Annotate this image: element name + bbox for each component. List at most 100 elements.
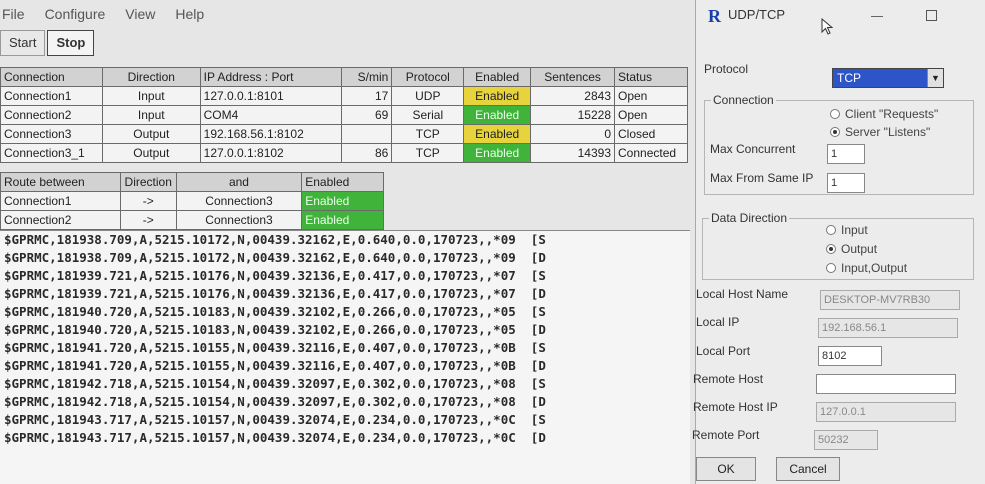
direction-output-radio[interactable]: Output [826,242,877,256]
remote-port-field[interactable]: 50232 [814,430,878,450]
column-header[interactable]: Sentences [530,67,615,87]
cell-status: Connected [614,143,688,163]
log-line: $GPRMC,181942.718,A,5215.10154,N,00439.3… [4,376,546,391]
remote-host-ip-field[interactable]: 127.0.0.1 [816,402,956,422]
remote-host-field[interactable] [816,374,956,394]
cell-route-from: Connection1 [0,191,121,211]
cell-sentences: 2843 [530,86,615,106]
maximize-icon[interactable] [926,10,937,21]
routes-table: Route between Direction and Enabled Conn… [0,172,384,230]
menu-view[interactable]: View [125,6,155,22]
column-header[interactable]: Direction [101,67,201,87]
menu-configure[interactable]: Configure [45,6,106,22]
cell-connection: Connection1 [0,86,103,106]
radio-unchecked-icon [826,263,836,273]
protocol-value: TCP [837,71,861,85]
column-header[interactable]: S/min [341,67,393,87]
minimize-icon[interactable] [871,16,883,17]
table-row[interactable]: Connection3 Output 192.168.56.1:8102 TCP… [0,124,688,144]
local-ip-label: Local IP [696,315,740,329]
column-header[interactable]: Enabled [463,67,532,87]
column-header[interactable]: Connection [0,67,103,87]
local-host-name-field[interactable]: DESKTOP-MV7RB30 [820,290,960,310]
log-line: $GPRMC,181942.718,A,5215.10154,N,00439.3… [4,394,546,409]
radio-checked-icon [830,127,840,137]
cell-enabled[interactable]: Enabled [463,124,532,144]
toolbar: Start Stop [0,30,700,58]
cell-protocol: Serial [391,105,465,125]
protocol-select[interactable]: TCP ▼ [832,68,944,88]
ok-button[interactable]: OK [696,457,756,481]
cell-enabled[interactable]: Enabled [463,105,532,125]
start-button[interactable]: Start [0,30,46,56]
cell-enabled[interactable]: Enabled [463,143,532,163]
max-from-same-ip-field[interactable]: 1 [827,173,865,193]
connections-table: Connection Direction IP Address : Port S… [0,67,688,163]
cell-status: Open [614,105,688,125]
cell-route-to: Connection3 [175,191,303,211]
remote-host-ip-label: Remote Host IP [693,400,778,414]
log-line: $GPRMC,181939.721,A,5215.10176,N,00439.3… [4,286,546,301]
cell-route-enabled[interactable]: Enabled [301,210,384,230]
chevron-down-icon[interactable]: ▼ [927,69,943,87]
cell-route-from: Connection2 [0,210,121,230]
local-port-field[interactable]: 8102 [818,346,882,366]
client-requests-radio[interactable]: Client "Requests" [830,107,938,121]
cell-enabled[interactable]: Enabled [463,86,532,106]
cell-address: 192.168.56.1:8102 [199,124,343,144]
cell-status: Open [614,86,688,106]
cell-connection: Connection3 [0,124,103,144]
table-row[interactable]: Connection2 Input COM4 69 Serial Enabled… [0,105,688,125]
remote-host-label: Remote Host [693,372,764,386]
column-header[interactable]: and [175,172,303,192]
cell-address: COM4 [199,105,343,125]
column-header[interactable]: Status [614,67,688,87]
cell-route-enabled[interactable]: Enabled [301,191,384,211]
data-direction-group-title: Data Direction [709,211,790,225]
local-ip-field[interactable]: 192.168.56.1 [818,318,958,338]
column-header[interactable]: Protocol [391,67,465,87]
table-row[interactable]: Connection3_1 Output 127.0.0.1:8102 86 T… [0,143,688,163]
client-requests-label: Client "Requests" [845,107,939,121]
table-row[interactable]: Connection1 Input 127.0.0.1:8101 17 UDP … [0,86,688,106]
column-header[interactable]: Enabled [301,172,384,192]
cell-smin: 17 [341,86,393,106]
cell-sentences: 15228 [530,105,615,125]
cell-route-direction: -> [119,210,177,230]
cell-smin: 86 [341,143,393,163]
cell-address: 127.0.0.1:8102 [199,143,343,163]
direction-input-radio[interactable]: Input [826,223,868,237]
menu-file[interactable]: File [2,6,25,22]
stop-button[interactable]: Stop [47,30,95,56]
udp-tcp-dialog: R UDP/TCP Protocol TCP ▼ Connection Clie… [692,0,985,484]
column-header[interactable]: IP Address : Port [199,67,343,87]
cancel-button[interactable]: Cancel [776,457,840,481]
dialog-titlebar[interactable]: R UDP/TCP [696,0,985,35]
log-line: $GPRMC,181941.720,A,5215.10155,N,00439.3… [4,358,546,373]
routes-header-row: Route between Direction and Enabled [0,172,384,192]
direction-input-output-radio[interactable]: Input,Output [826,261,907,275]
table-row[interactable]: Connection1 -> Connection3 Enabled [0,191,384,211]
sentence-log[interactable]: $GPRMC,181938.709,A,5215.10172,N,00439.3… [0,230,690,484]
column-header[interactable]: Route between [0,172,121,192]
cell-route-direction: -> [119,191,177,211]
cell-smin [341,124,393,144]
cell-direction: Input [101,105,201,125]
max-from-same-ip-label: Max From Same IP [710,171,814,185]
connection-group-title: Connection [711,93,776,107]
server-listens-radio[interactable]: Server "Listens" [830,125,930,139]
cell-sentences: 0 [530,124,615,144]
max-concurrent-field[interactable]: 1 [827,144,865,164]
menu-help[interactable]: Help [175,6,204,22]
log-line: $GPRMC,181939.721,A,5215.10176,N,00439.3… [4,268,546,283]
log-line: $GPRMC,181938.709,A,5215.10172,N,00439.3… [4,250,546,265]
log-line: $GPRMC,181943.717,A,5215.10157,N,00439.3… [4,412,546,427]
local-host-name-label: Local Host Name [696,287,789,301]
table-row[interactable]: Connection2 -> Connection3 Enabled [0,210,384,230]
direction-input-label: Input [841,223,868,237]
column-header[interactable]: Direction [119,172,177,192]
cell-direction: Input [101,86,201,106]
max-concurrent-label: Max Concurrent [710,142,796,156]
cell-route-to: Connection3 [175,210,303,230]
cell-connection: Connection2 [0,105,103,125]
